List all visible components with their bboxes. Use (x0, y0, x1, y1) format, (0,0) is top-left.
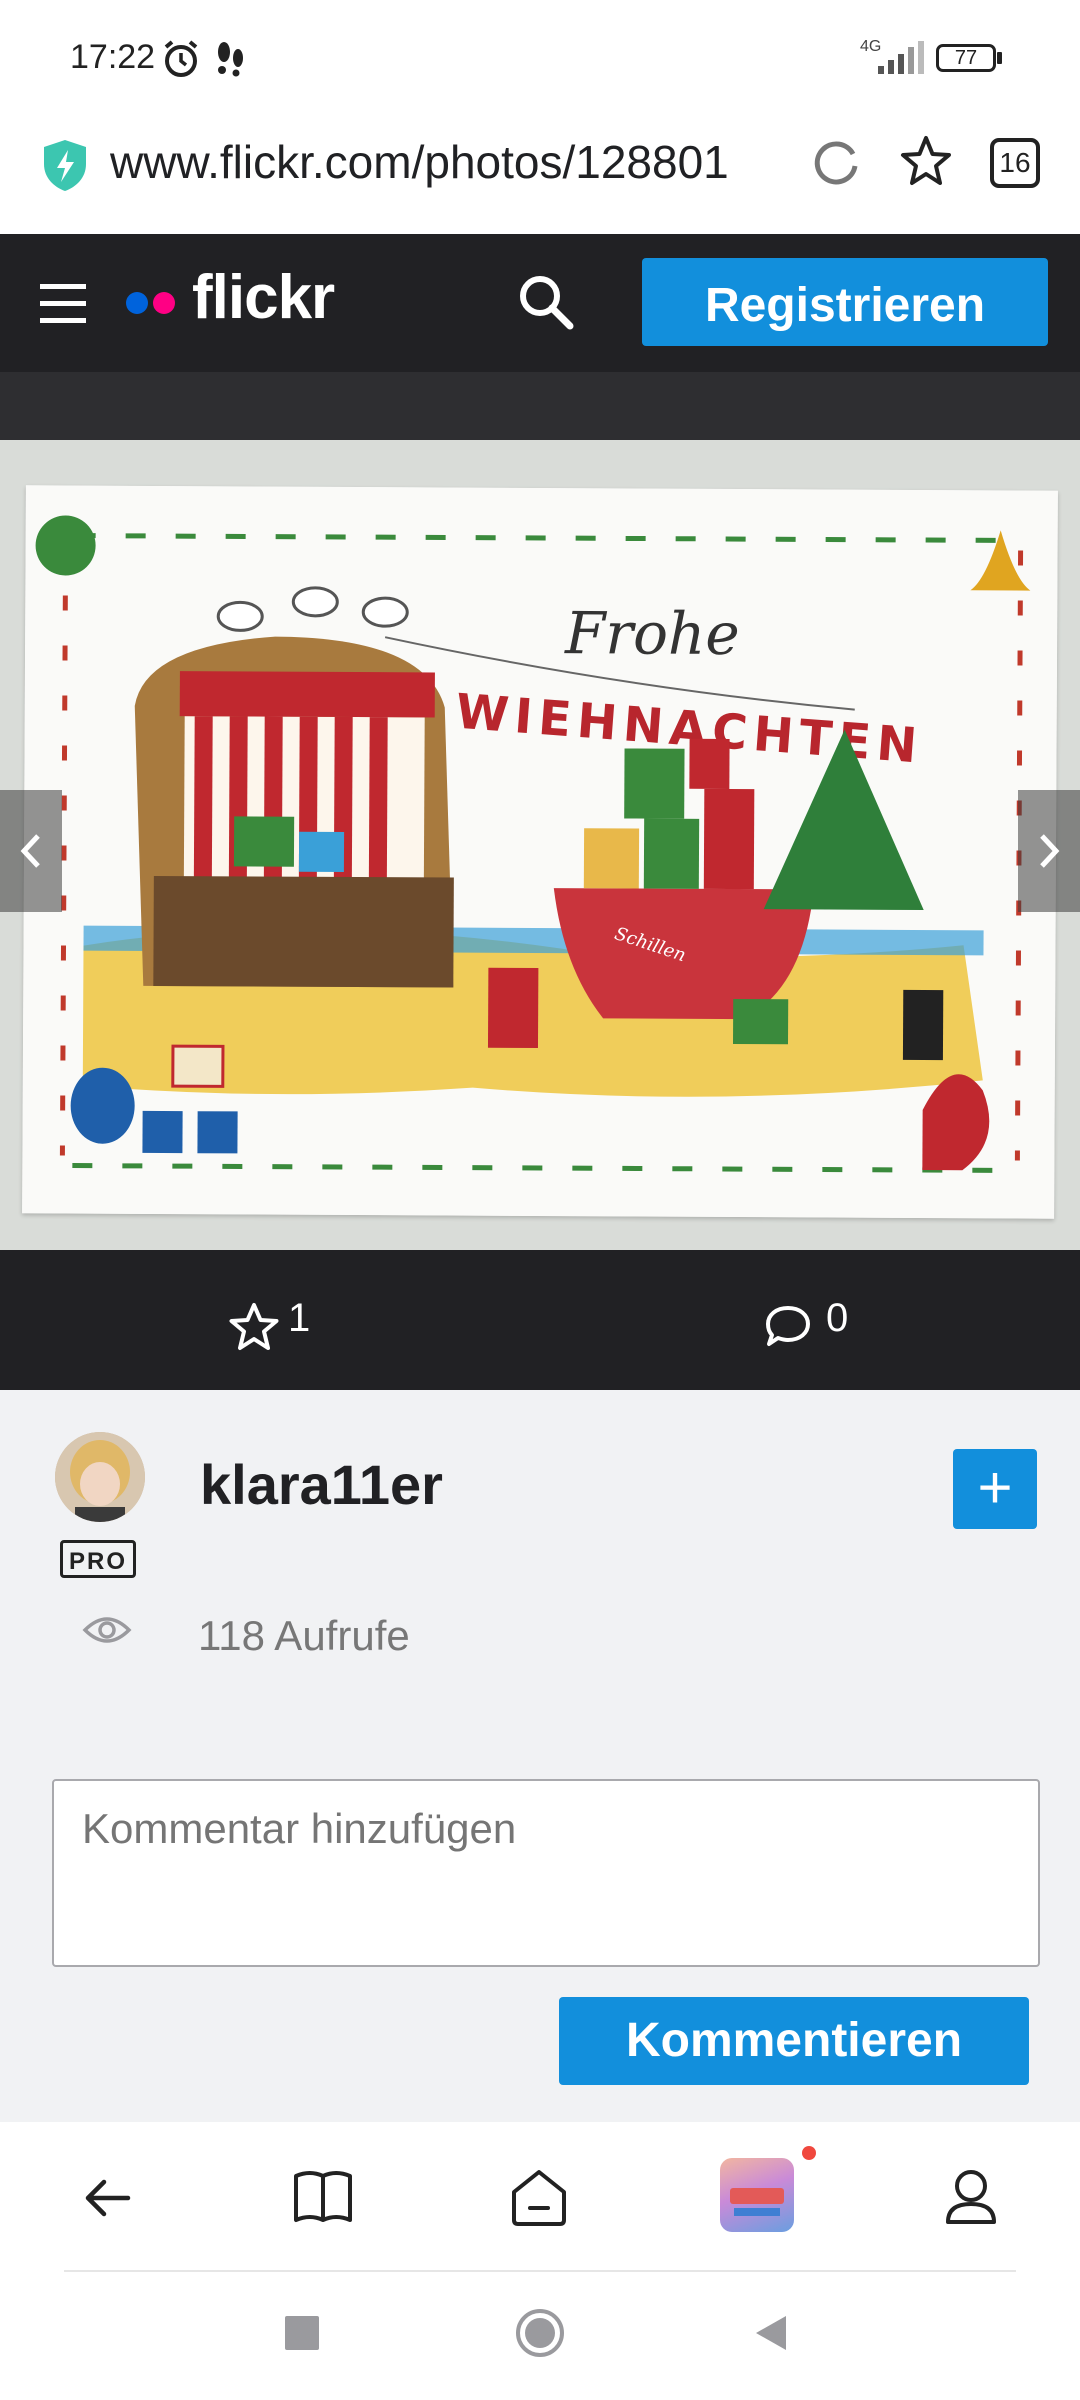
mug (142, 1110, 183, 1154)
system-back-button[interactable] (750, 2312, 790, 2354)
lantern-black (902, 989, 944, 1061)
secure-shield-icon[interactable] (40, 138, 90, 192)
pro-badge: PRO (60, 1540, 136, 1578)
logo-blue-dot-icon (126, 292, 148, 314)
recents-button[interactable] (285, 2316, 319, 2350)
views-eye-icon (82, 1617, 132, 1643)
photo-action-bar (0, 1250, 1080, 1390)
photo-image[interactable]: Frohe WIEHNACHTEN Schillen (22, 485, 1058, 1219)
tab-count-button[interactable]: 16 (990, 138, 1040, 188)
next-photo-button[interactable] (1018, 790, 1080, 912)
comment-count: 0 (826, 1296, 849, 1340)
views-count: 118 Aufrufe (198, 1612, 410, 1659)
previous-photo-button[interactable] (0, 790, 62, 912)
profile-icon[interactable] (942, 2166, 1000, 2228)
notification-icon (218, 42, 243, 77)
card-title: Frohe (564, 599, 740, 668)
favorite-count: 1 (288, 1296, 311, 1340)
header-subbar (0, 372, 1080, 440)
comment-input[interactable] (52, 1779, 1040, 1967)
home-circle-button[interactable] (515, 2308, 565, 2358)
url-text[interactable]: www.flickr.com/photos/128801 (110, 135, 729, 189)
register-button[interactable]: Registrieren (642, 258, 1048, 346)
logo-pink-dot-icon (153, 292, 175, 314)
chair-canopy (179, 671, 435, 718)
tabs-thumbnail[interactable] (720, 2158, 794, 2232)
menu-icon[interactable] (40, 282, 86, 326)
submit-comment-button[interactable]: Kommentieren (559, 1997, 1029, 2085)
home-icon[interactable] (508, 2166, 570, 2228)
favorite-star-icon[interactable] (228, 1302, 280, 1352)
chevron-right-icon (1040, 834, 1060, 868)
status-bar: 17:22 4G 77 (0, 0, 1080, 110)
teapot (70, 1067, 135, 1144)
chevron-left-icon (20, 834, 40, 868)
battery-level: 77 (954, 47, 978, 69)
lantern (487, 967, 539, 1048)
avatar[interactable] (55, 1432, 145, 1522)
status-time: 17:22 (70, 38, 156, 76)
back-icon[interactable] (80, 2170, 136, 2226)
bookmarks-icon[interactable] (292, 2168, 354, 2226)
avatar-image (55, 1432, 145, 1522)
tab-count: 16 (999, 147, 1031, 178)
alarm-icon (164, 40, 198, 77)
logo-text: flickr (192, 263, 335, 332)
mug (197, 1111, 238, 1154)
beanie-icon (35, 515, 96, 576)
signal-icon (878, 41, 924, 74)
bookmark-star-icon[interactable] (898, 134, 954, 190)
owner-username[interactable]: klara11er (200, 1452, 443, 1517)
reload-icon[interactable] (808, 134, 864, 190)
comment-bubble-icon[interactable] (764, 1302, 812, 1350)
search-icon[interactable] (516, 272, 576, 332)
battery-icon: 77 (936, 44, 996, 72)
follow-button[interactable]: + (953, 1449, 1037, 1529)
notification-dot (802, 2146, 816, 2160)
christmas-card-illustration: Frohe WIEHNACHTEN Schillen (22, 485, 1058, 1219)
